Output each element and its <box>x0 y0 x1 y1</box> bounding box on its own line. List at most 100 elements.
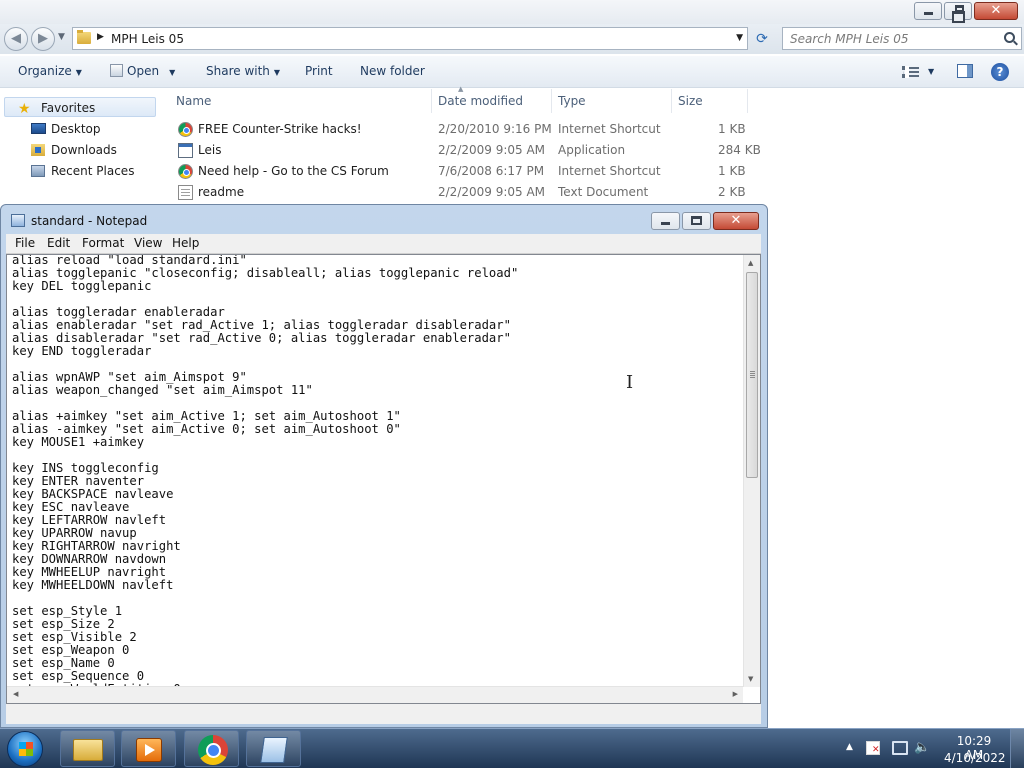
explorer-titlebar[interactable]: ✕ <box>0 0 1024 24</box>
file-type: Application <box>558 143 626 157</box>
vertical-scroll-thumb[interactable] <box>746 272 758 478</box>
scroll-left-arrow-icon[interactable]: ◀ <box>13 690 18 698</box>
menu-file[interactable]: File <box>15 236 35 250</box>
chevron-down-icon: ▼ <box>273 68 281 77</box>
nav-favorites-label: Favorites <box>41 101 96 115</box>
file-row[interactable]: Leis 2/2/2009 9:05 AM Application 284 KB <box>170 140 761 161</box>
column-header-label: Date modified <box>438 94 524 108</box>
back-button[interactable]: ◀ <box>4 27 28 51</box>
column-header-label: Name <box>176 94 212 108</box>
search-input[interactable]: Search MPH Leis 05 <box>782 27 1022 50</box>
forward-button[interactable]: ▶ <box>31 27 55 51</box>
column-header-size[interactable]: Size <box>672 89 748 113</box>
notepad-icon <box>260 737 288 763</box>
file-date: 2/2/2009 9:05 AM <box>438 185 546 199</box>
notepad-maximize-button[interactable] <box>682 212 711 230</box>
column-header-name[interactable]: Name <box>170 89 432 113</box>
menu-view[interactable]: View <box>134 236 162 250</box>
back-arrow-icon: ◀ <box>11 31 21 46</box>
minimize-icon <box>661 222 670 225</box>
address-path[interactable]: MPH Leis 05 <box>111 32 184 46</box>
column-header-label: Size <box>678 94 703 108</box>
network-icon[interactable] <box>892 741 908 755</box>
nav-item-downloads[interactable]: Downloads <box>0 140 160 160</box>
windows-explorer-icon <box>73 739 103 761</box>
file-size: 1 KB <box>718 122 746 136</box>
recent-locations-dropdown[interactable]: ▼ <box>58 32 65 42</box>
address-dropdown-icon[interactable]: ▼ <box>736 33 743 43</box>
show-desktop-button[interactable] <box>1010 729 1024 768</box>
horizontal-scrollbar[interactable]: ◀ ▶ <box>7 686 743 703</box>
menu-format[interactable]: Format <box>82 236 124 250</box>
notepad-caption-buttons: ✕ <box>649 212 759 230</box>
preview-pane-icon[interactable] <box>957 64 973 78</box>
action-center-flag-icon[interactable] <box>866 741 880 755</box>
open-label: Open <box>127 64 160 78</box>
scroll-right-arrow-icon[interactable]: ▶ <box>733 690 738 698</box>
explorer-restore-button[interactable] <box>944 2 972 23</box>
taskbar: ▲ 🔈 10:29 AM 4/10/2022 <box>0 728 1024 768</box>
notepad-title: standard - Notepad <box>31 214 148 228</box>
notepad-close-button[interactable]: ✕ <box>713 212 759 230</box>
scroll-up-arrow-icon[interactable]: ▲ <box>748 259 753 267</box>
file-date: 7/6/2008 6:17 PM <box>438 164 545 178</box>
print-button[interactable]: Print <box>305 64 333 78</box>
file-name: Leis <box>198 143 222 157</box>
chevron-down-icon: ▼ <box>75 68 82 77</box>
restore-icon <box>952 5 965 23</box>
new-folder-button[interactable]: New folder <box>360 64 425 78</box>
nav-item-label: Desktop <box>51 122 101 136</box>
organize-label: Organize <box>18 64 72 78</box>
show-hidden-icons-icon[interactable]: ▲ <box>846 742 853 752</box>
notepad-text-area[interactable]: alias reload "load standard.ini" alias t… <box>6 254 761 704</box>
scroll-down-arrow-icon[interactable]: ▼ <box>748 675 753 683</box>
notepad-content[interactable]: alias reload "load standard.ini" alias t… <box>12 255 742 702</box>
explorer-caption-buttons: ✕ <box>912 2 1018 23</box>
organize-button[interactable]: Organize ▼ <box>18 64 82 78</box>
star-icon: ★ <box>18 101 31 117</box>
grip-icon <box>750 371 755 378</box>
search-placeholder: Search MPH Leis 05 <box>790 32 909 46</box>
taskbar-media-player-button[interactable] <box>121 730 176 767</box>
file-row[interactable]: Need help - Go to the CS Forum 7/6/2008 … <box>170 161 750 182</box>
explorer-command-bar: Organize ▼ Open ▼ Share with ▼ Print New fo… <box>0 56 1024 88</box>
search-icon[interactable] <box>1004 32 1015 43</box>
views-dropdown-icon[interactable]: ▼ <box>928 67 934 76</box>
help-icon[interactable]: ? <box>991 63 1009 81</box>
share-with-button[interactable]: Share with ▼ <box>206 64 280 78</box>
taskbar-explorer-button[interactable] <box>60 730 115 767</box>
vertical-scrollbar[interactable]: ▲ ▼ <box>743 255 760 687</box>
file-row[interactable]: readme 2/2/2009 9:05 AM Text Document 2 … <box>170 182 750 203</box>
text-cursor-icon: I <box>626 372 634 393</box>
nav-favorites[interactable]: ★ Favorites <box>4 97 156 117</box>
address-bar[interactable]: ▶ MPH Leis 05 ▼ <box>72 27 748 50</box>
volume-icon[interactable]: 🔈 <box>914 740 930 755</box>
nav-item-recent-places[interactable]: Recent Places <box>0 161 160 181</box>
refresh-button[interactable]: ⟳ <box>751 29 773 49</box>
folder-icon <box>77 30 91 44</box>
notepad-minimize-button[interactable] <box>651 212 680 230</box>
notepad-app-icon[interactable] <box>11 214 25 227</box>
maximize-icon <box>691 216 702 225</box>
chevron-right-icon[interactable]: ▶ <box>97 32 104 42</box>
clock-date[interactable]: 4/10/2022 <box>944 751 1006 765</box>
change-view-icon[interactable] <box>902 66 919 78</box>
explorer-minimize-button[interactable] <box>914 2 942 20</box>
file-size: 1 KB <box>718 164 746 178</box>
open-icon <box>110 64 123 77</box>
explorer-close-button[interactable]: ✕ <box>974 2 1018 20</box>
nav-item-desktop[interactable]: Desktop <box>0 119 160 139</box>
menu-edit[interactable]: Edit <box>47 236 70 250</box>
open-button[interactable]: Open ▼ <box>110 64 175 78</box>
file-type: Internet Shortcut <box>558 164 661 178</box>
column-header-date-modified[interactable]: Date modified <box>432 89 552 113</box>
column-header-type[interactable]: Type <box>552 89 672 113</box>
notepad-titlebar[interactable]: standard - Notepad ✕ <box>1 205 767 235</box>
taskbar-notepad-button[interactable] <box>246 730 301 767</box>
menu-help[interactable]: Help <box>172 236 199 250</box>
nav-item-label: Recent Places <box>51 164 135 178</box>
start-button[interactable] <box>7 731 43 767</box>
file-row[interactable]: FREE Counter-Strike hacks! 2/20/2010 9:1… <box>170 119 750 140</box>
taskbar-chrome-button[interactable] <box>184 730 239 767</box>
chevron-down-icon: ▼ <box>169 68 176 77</box>
